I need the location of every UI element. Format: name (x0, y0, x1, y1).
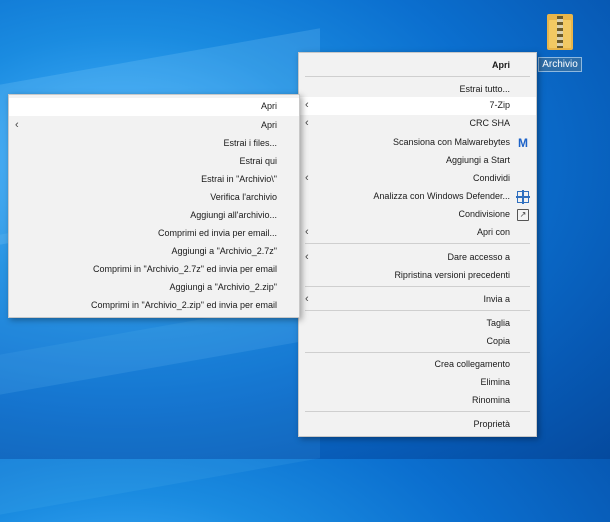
menu-item-copy[interactable]: Copia (299, 333, 536, 351)
menu-item-send-to[interactable]: ‹ Invia a (299, 291, 536, 309)
menu-item-create-shortcut[interactable]: Crea collegamento (299, 356, 536, 374)
menu-separator (305, 76, 530, 77)
desktop-icon-label: Archivio (538, 57, 582, 72)
submenu-item-extract-to-folder[interactable]: Estrai in "Archivio\" (9, 171, 299, 189)
chevron-left-icon: ‹ (305, 293, 309, 305)
menu-item-crc-sha[interactable]: ‹ CRC SHA (299, 115, 536, 133)
menu-item-delete[interactable]: Elimina (299, 374, 536, 392)
chevron-left-icon: ‹ (305, 226, 309, 238)
zip-folder-icon (547, 14, 573, 50)
menu-item-open[interactable]: Apri (299, 57, 536, 75)
malwarebytes-icon: M (518, 136, 528, 150)
chevron-left-icon: ‹ (305, 117, 309, 129)
desktop-icon-archive[interactable]: Archivio (536, 14, 584, 72)
chevron-left-icon: ‹ (15, 119, 19, 131)
menu-item-share[interactable]: ‹ Condividi (299, 170, 536, 188)
submenu-item-compress-zip-email[interactable]: Comprimi in "Archivio_2.zip" ed invia pe… (9, 297, 299, 315)
menu-item-windows-defender[interactable]: Analizza con Windows Defender... (299, 188, 536, 206)
menu-item-pin-start[interactable]: Aggiungi a Start (299, 152, 536, 170)
submenu-item-add-to-7z[interactable]: Aggiungi a "Archivio_2.7z" (9, 243, 299, 261)
menu-item-restore-versions[interactable]: Ripristina versioni precedenti (299, 267, 536, 285)
submenu-item-open-as[interactable]: ‹ Apri (9, 117, 299, 135)
submenu-item-test-archive[interactable]: Verifica l'archivio (9, 189, 299, 207)
submenu-item-add-to-zip[interactable]: Aggiungi a "Archivio_2.zip" (9, 279, 299, 297)
menu-separator (305, 352, 530, 353)
menu-item-scan-malwarebytes[interactable]: M Scansiona con Malwarebytes (299, 134, 536, 152)
submenu-item-open[interactable]: Apri (9, 98, 299, 116)
menu-separator (305, 286, 530, 287)
menu-item-7zip[interactable]: ‹ 7-Zip (299, 97, 536, 115)
submenu-item-compress-7z-email[interactable]: Comprimi in "Archivio_2.7z" ed invia per… (9, 261, 299, 279)
menu-separator (305, 310, 530, 311)
menu-separator (305, 243, 530, 244)
chevron-left-icon: ‹ (305, 251, 309, 263)
share-icon: ↗ (517, 209, 529, 221)
context-menu: Apri Estrai tutto... ‹ 7-Zip ‹ CRC SHA M… (298, 52, 537, 437)
menu-item-open-with[interactable]: ‹ Apri con (299, 224, 536, 242)
7zip-submenu: Apri ‹ Apri Estrai i files... Estrai qui… (8, 94, 300, 318)
menu-separator (305, 411, 530, 412)
menu-item-cut[interactable]: Taglia (299, 315, 536, 333)
menu-item-sharing[interactable]: ↗ Condivisione (299, 206, 536, 224)
chevron-left-icon: ‹ (305, 99, 309, 111)
chevron-left-icon: ‹ (305, 172, 309, 184)
submenu-item-extract-files[interactable]: Estrai i files... (9, 135, 299, 153)
submenu-item-extract-here[interactable]: Estrai qui (9, 153, 299, 171)
menu-item-give-access[interactable]: ‹ Dare accesso a (299, 249, 536, 267)
windows-defender-icon (516, 190, 530, 204)
menu-item-rename[interactable]: Rinomina (299, 392, 536, 410)
submenu-item-add-to-archive[interactable]: Aggiungi all'archivio... (9, 207, 299, 225)
submenu-item-compress-email[interactable]: Comprimi ed invia per email... (9, 225, 299, 243)
menu-item-properties[interactable]: Proprietà (299, 416, 536, 434)
